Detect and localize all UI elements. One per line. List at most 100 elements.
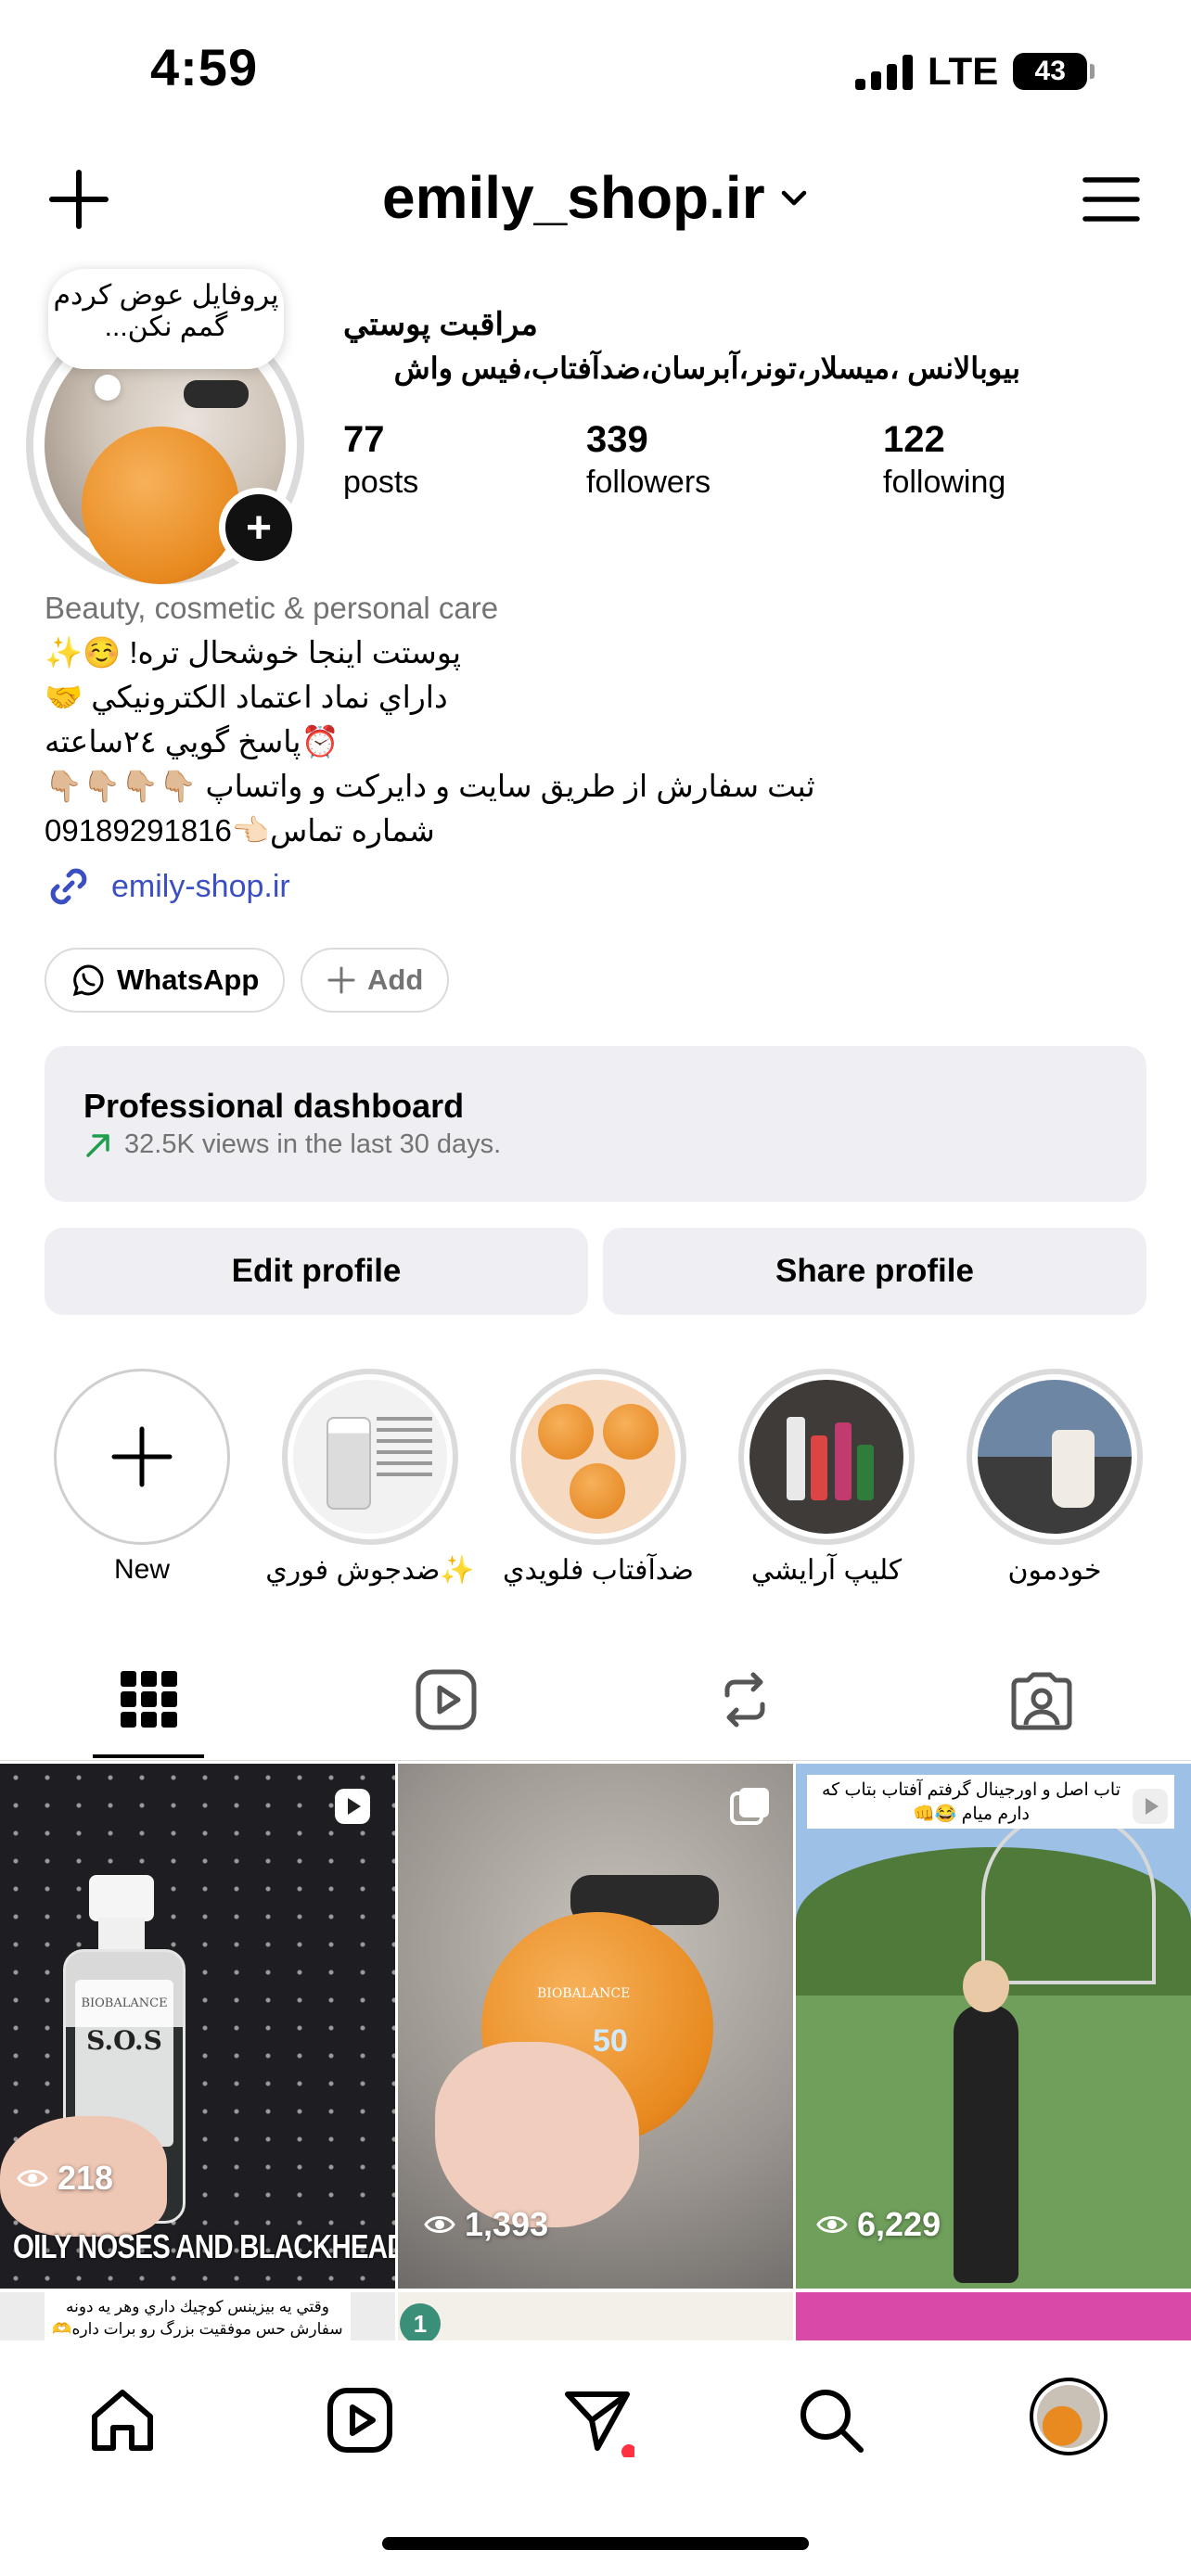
spf-value: 50 bbox=[593, 2023, 628, 2059]
bio-line: داراي نماد اعتماد الكترونيكي 🤝 bbox=[45, 680, 448, 714]
view-count-text: 1,393 bbox=[465, 2205, 549, 2243]
sunglasses-shape bbox=[184, 380, 249, 408]
stat-followers[interactable]: 339 followers bbox=[586, 419, 711, 501]
plus-icon bbox=[327, 966, 355, 994]
add-story-plus-icon[interactable]: + bbox=[219, 488, 299, 567]
view-count-text: 6,229 bbox=[857, 2205, 941, 2243]
eye-icon bbox=[424, 2216, 455, 2233]
tagged-tab-icon[interactable] bbox=[1009, 1667, 1074, 1732]
stat-label: followers bbox=[586, 465, 711, 500]
home-indicator bbox=[382, 2537, 809, 2550]
add-link-button[interactable]: Add bbox=[301, 948, 450, 1013]
avatar-product bbox=[82, 427, 239, 584]
view-count: 1,393 bbox=[424, 2205, 548, 2244]
bio-line: ثبت سفارش از طريق سايت و دايركت و واتساپ… bbox=[45, 769, 815, 803]
website-link[interactable]: emily-shop.ir bbox=[45, 862, 290, 911]
bio-line: شماره تماس👈🏻09189291816 bbox=[45, 813, 435, 848]
bio-line: پوستت اينجا خوشحال تره! ☺️✨ bbox=[45, 635, 462, 670]
grid-post-3[interactable]: تاب اصل و اورجينال گرفتم آفتاب بتاب كه د… bbox=[796, 1764, 1191, 2289]
stat-value: 339 bbox=[586, 419, 648, 460]
product-name: S.O.S bbox=[86, 2025, 162, 2056]
grid-tab-icon[interactable] bbox=[117, 1667, 182, 1732]
stat-posts[interactable]: 77 posts bbox=[343, 419, 418, 501]
grid-post-5[interactable]: 1 bbox=[398, 2292, 793, 2348]
plus-icon bbox=[111, 1426, 173, 1487]
highlight-new[interactable] bbox=[54, 1369, 230, 1545]
search-icon[interactable] bbox=[794, 2383, 868, 2457]
stat-value: 77 bbox=[343, 419, 385, 460]
menu-icon[interactable] bbox=[1082, 174, 1141, 224]
view-count: 6,229 bbox=[816, 2205, 941, 2244]
eye-icon bbox=[816, 2216, 848, 2233]
add-label: Add bbox=[367, 963, 424, 996]
whatsapp-label: WhatsApp bbox=[117, 963, 260, 996]
grid-post-4[interactable]: وقتي يه بيزينس كوچيك داري وهر يه دونه سف… bbox=[0, 2292, 395, 2348]
highlight-image bbox=[978, 1380, 1132, 1534]
status-time: 4:59 bbox=[150, 38, 259, 96]
edit-profile-button[interactable]: Edit profile bbox=[45, 1228, 588, 1315]
stat-label: following bbox=[883, 465, 1006, 500]
username: emily_shop.ir bbox=[382, 164, 765, 231]
reels-icon[interactable] bbox=[323, 2383, 397, 2457]
link-icon bbox=[50, 868, 87, 905]
stat-following[interactable]: 122 following bbox=[883, 419, 1005, 501]
brand-text: BIOBALANCE bbox=[81, 1996, 168, 2010]
reels-tab-icon[interactable] bbox=[414, 1667, 479, 1732]
avatar bbox=[1037, 2385, 1100, 2448]
reel-indicator-icon bbox=[1133, 1789, 1168, 1824]
highlight-label: ✨ضدجوش فوري bbox=[265, 1555, 475, 1586]
highlight-label: كليپ آرايشي bbox=[750, 1555, 903, 1586]
post-caption: تاب اصل و اورجينال گرفتم آفتاب بتاب كه د… bbox=[807, 1775, 1174, 1829]
grid-post-2[interactable]: BIOBALANCE 50 1,393 bbox=[398, 1764, 793, 2289]
battery-icon: 43 bbox=[1013, 53, 1095, 90]
display-name: مراقبت پوستي bbox=[343, 307, 538, 342]
note-bubble-tail bbox=[95, 375, 121, 401]
hand-shape bbox=[435, 2042, 639, 2227]
highlight-label: خودمون bbox=[1007, 1555, 1102, 1586]
bio-line: ⏰پاسخ گويي ٢٤ساعته bbox=[45, 724, 339, 759]
network-label: LTE bbox=[928, 49, 999, 93]
whatsapp-icon bbox=[72, 964, 104, 997]
person-shape bbox=[954, 2005, 1018, 2283]
view-count: 218 bbox=[17, 2159, 113, 2198]
reel-indicator-icon bbox=[335, 1789, 370, 1824]
person-head bbox=[963, 1960, 1009, 2012]
structure-shape bbox=[981, 1810, 1156, 1984]
share-profile-button[interactable]: Share profile bbox=[603, 1228, 1146, 1315]
chevron-down-icon bbox=[781, 190, 806, 206]
post-caption: OILY NOSES AND BLACKHEADS bbox=[13, 2227, 395, 2265]
brand-text: BIOBALANCE bbox=[537, 1986, 631, 2001]
create-plus-icon[interactable] bbox=[46, 167, 111, 232]
view-count-text: 218 bbox=[58, 2159, 114, 2197]
account-switcher[interactable]: emily_shop.ir bbox=[382, 163, 810, 232]
highlight-image bbox=[293, 1380, 447, 1534]
profile-note[interactable]: پروفایل عوض کردم گمم نکن... bbox=[48, 269, 284, 369]
bio-category: Beauty, cosmetic & personal care bbox=[45, 591, 499, 625]
home-icon[interactable] bbox=[85, 2383, 160, 2457]
eye-icon bbox=[17, 2170, 48, 2187]
dashboard-subtitle: 32.5K views in the last 30 days. bbox=[83, 1129, 501, 1160]
carousel-indicator-icon bbox=[730, 1788, 769, 1825]
highlight-image bbox=[521, 1380, 675, 1534]
highlight-image bbox=[749, 1380, 903, 1534]
highlight-label: New bbox=[113, 1554, 170, 1585]
website-text: emily-shop.ir bbox=[111, 868, 290, 904]
tabs-divider bbox=[0, 1760, 1191, 1761]
bio: Beauty, cosmetic & personal care پوستت ا… bbox=[45, 586, 1158, 853]
messages-icon[interactable] bbox=[560, 2383, 634, 2457]
whatsapp-button[interactable]: WhatsApp bbox=[45, 948, 286, 1013]
highlight-label: ضدآفتاب فلويدي bbox=[502, 1555, 694, 1586]
bottle-cap bbox=[89, 1875, 154, 1921]
active-tab-indicator bbox=[93, 1754, 204, 1758]
stat-value: 122 bbox=[883, 419, 945, 460]
grid-post-1[interactable]: BIOBALANCE S.O.S 218 OILY NOSES AND BLAC… bbox=[0, 1764, 395, 2289]
dashboard-views-text: 32.5K views in the last 30 days. bbox=[124, 1129, 502, 1159]
signal-icon bbox=[855, 53, 913, 90]
reposts-tab-icon[interactable] bbox=[712, 1667, 777, 1732]
profile-tab-avatar[interactable] bbox=[1030, 2378, 1108, 2455]
post-badge: 1 bbox=[400, 2303, 441, 2344]
stat-label: posts bbox=[343, 465, 419, 500]
grid-post-6[interactable] bbox=[796, 2292, 1191, 2348]
status-indicators: LTE 43 bbox=[855, 46, 1095, 96]
post-caption: وقتي يه بيزينس كوچيك داري وهر يه دونه سف… bbox=[45, 2292, 351, 2348]
